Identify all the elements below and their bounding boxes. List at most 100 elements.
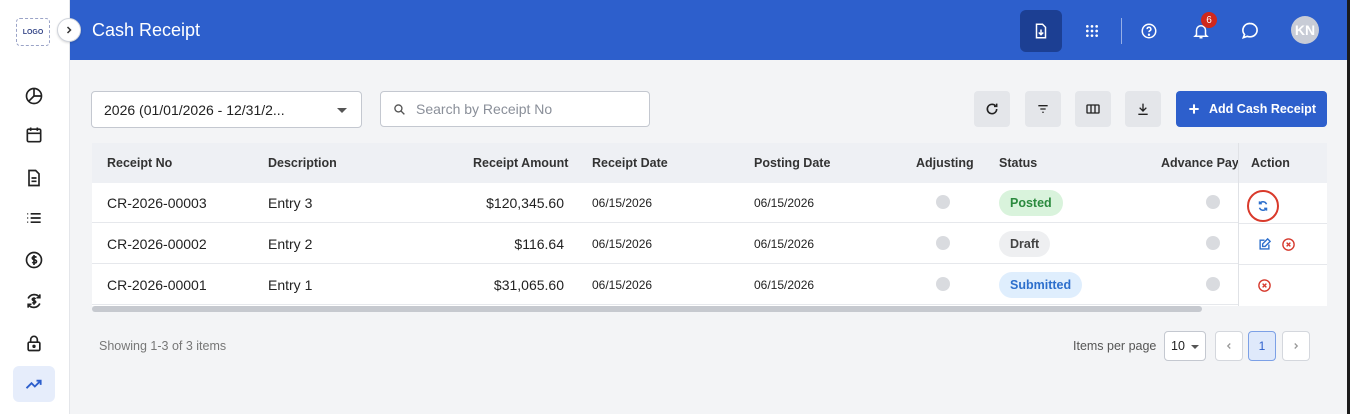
status-badge: Submitted [999,272,1083,298]
sync-icon [1258,200,1268,212]
description-cell: Entry 2 [268,236,313,252]
search-input[interactable] [416,101,636,117]
notifications-button[interactable]: 6 [1180,10,1222,52]
document-icon [28,169,40,187]
chat-button[interactable] [1229,10,1271,52]
column-header-posting-date[interactable]: Posting Date [754,156,830,170]
sidebar-item-dashboard[interactable] [13,78,55,114]
column-header-adjusting[interactable]: Adjusting [916,156,974,170]
table-row[interactable]: CR-2026-00001 Entry 1 $31,065.60 06/15/2… [92,265,1327,305]
fiscal-year-value: 2026 (01/01/2026 - 12/31/2... [104,101,285,118]
column-header-description[interactable]: Description [268,156,337,170]
cancel-icon [1281,237,1295,251]
delete-receipt-button[interactable] [1255,276,1273,294]
action-header-cell: Action [1239,143,1327,183]
help-button[interactable] [1128,10,1170,52]
adjusting-indicator [936,236,950,250]
add-button-label: Add Cash Receipt [1209,102,1316,116]
sidebar-toggle-button[interactable] [57,18,81,42]
adjusting-indicator [936,195,950,209]
edit-receipt-button[interactable] [1255,235,1273,253]
top-header: Cash Receipt 6 KN [70,0,1350,60]
sidebar-item-list[interactable] [13,200,55,236]
header-divider [1121,18,1122,44]
adjusting-indicator [936,277,950,291]
horizontal-scrollbar[interactable] [92,306,1202,312]
download-document-button[interactable] [1020,10,1062,52]
logo: LOGO [16,18,50,46]
dollar-circle-icon [25,251,43,269]
lock-icon [27,335,41,352]
column-header-action: Action [1251,156,1290,170]
status-badge: Posted [999,190,1063,216]
table-header: Receipt No Description Receipt Amount Re… [92,143,1327,183]
cash-receipt-table: Receipt No Description Receipt Amount Re… [92,143,1327,306]
chevron-right-icon [1294,343,1299,349]
table-row[interactable]: CR-2026-00003 Entry 3 $120,345.60 06/15/… [92,183,1327,223]
dropdown-caret-icon [337,108,347,113]
sidebar-item-calendar[interactable] [13,117,55,153]
sidebar-item-payments[interactable] [13,242,55,278]
column-header-status[interactable]: Status [999,156,1037,170]
filter-button[interactable] [1025,91,1061,127]
column-header-advance-payment[interactable]: Advance Payı [1161,156,1242,170]
receipt-no-cell[interactable]: CR-2026-00002 [107,236,207,252]
column-header-receipt-amount[interactable]: Receipt Amount [473,156,568,170]
receipt-no-cell[interactable]: CR-2026-00001 [107,277,207,293]
refresh-button[interactable] [974,91,1010,127]
refresh-icon [986,103,998,115]
next-page-button[interactable] [1282,331,1310,361]
list-icon [27,213,41,223]
post-receipt-button[interactable] [1253,196,1273,216]
user-avatar[interactable]: KN [1291,16,1319,44]
advance-payment-indicator [1206,195,1220,209]
calendar-icon [26,127,42,143]
trending-up-icon [25,379,42,389]
cancel-icon [1257,278,1271,292]
currency-exchange-icon [27,293,41,309]
receipt-no-cell[interactable]: CR-2026-00003 [107,195,207,211]
edit-icon [1258,237,1271,250]
chat-icon [1241,22,1258,40]
sidebar-item-exchange[interactable] [13,283,55,319]
sidebar-item-reports[interactable] [13,366,55,402]
action-column: Action [1238,143,1327,306]
receipt-date-cell: 06/15/2026 [592,237,653,251]
receipt-amount-cell: $120,345.60 [486,195,564,211]
items-per-page-select[interactable]: 10 [1164,331,1206,361]
table-row[interactable]: CR-2026-00002 Entry 2 $116.64 06/15/2026… [92,224,1327,264]
page-title: Cash Receipt [92,20,201,40]
notification-count-badge: 6 [1201,12,1217,28]
columns-icon [1086,104,1100,114]
apps-button[interactable] [1071,10,1113,52]
download-document-icon [1035,23,1047,39]
export-button[interactable] [1125,91,1161,127]
receipt-amount-cell: $116.64 [514,236,564,252]
description-cell: Entry 3 [268,195,313,211]
previous-page-button[interactable] [1215,331,1243,361]
receipt-amount-cell: $31,065.60 [493,277,564,293]
download-icon [1138,103,1148,115]
filter-icon [1038,105,1048,113]
chevron-left-icon [1226,343,1231,349]
posting-date-cell: 06/15/2026 [754,278,815,292]
column-header-receipt-no[interactable]: Receipt No [107,156,172,170]
chevron-right-icon [66,26,72,34]
items-per-page-label: Items per page [1073,339,1157,353]
add-cash-receipt-button[interactable]: Add Cash Receipt [1176,91,1327,127]
fiscal-year-select[interactable]: 2026 (01/01/2026 - 12/31/2... [91,91,362,128]
column-header-receipt-date[interactable]: Receipt Date [592,156,668,170]
page-button[interactable]: 1 [1248,331,1276,361]
posting-date-cell: 06/15/2026 [754,237,815,251]
advance-payment-indicator [1206,236,1220,250]
search-field[interactable] [380,91,650,127]
pie-chart-icon [25,87,43,105]
sidebar-item-security[interactable] [13,325,55,361]
delete-receipt-button[interactable] [1279,235,1297,253]
description-cell: Entry 1 [268,277,313,293]
showing-items-text: Showing 1-3 of 3 items [99,339,227,353]
receipt-date-cell: 06/15/2026 [592,278,653,292]
columns-button[interactable] [1075,91,1111,127]
sidebar-item-documents[interactable] [13,160,55,196]
receipt-date-cell: 06/15/2026 [592,196,653,210]
